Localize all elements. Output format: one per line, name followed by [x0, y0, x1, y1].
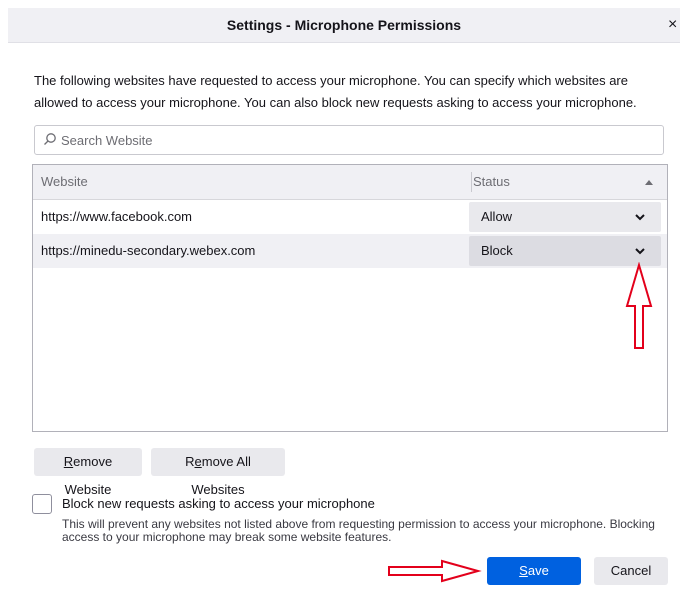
- permissions-table: Website Status https://www.facebook.com …: [32, 164, 668, 432]
- table-header: Website Status: [33, 165, 667, 200]
- column-header-status[interactable]: Status: [473, 165, 623, 199]
- search-box[interactable]: [34, 125, 664, 155]
- column-divider: [471, 172, 472, 192]
- button-label-prefix: R: [185, 454, 195, 469]
- search-icon: [44, 133, 56, 145]
- dialog-titlebar: Settings - Microphone Permissions ×: [8, 8, 680, 43]
- block-new-requests-checkbox[interactable]: [32, 494, 52, 514]
- save-changes-button[interactable]: Save Changes: [487, 557, 581, 606]
- status-select[interactable]: Block: [469, 236, 661, 266]
- remove-website-button[interactable]: Remove Website: [34, 448, 142, 497]
- table-row[interactable]: https://minedu-secondary.webex.com Block: [33, 234, 667, 268]
- chevron-down-icon: [635, 248, 645, 255]
- table-row[interactable]: https://www.facebook.com Allow: [33, 200, 667, 234]
- website-cell: https://minedu-secondary.webex.com: [41, 243, 256, 258]
- website-cell: https://www.facebook.com: [41, 209, 193, 224]
- cancel-button[interactable]: Cancel: [594, 557, 668, 585]
- block-new-requests-label[interactable]: Block new requests asking to access your…: [62, 496, 375, 511]
- button-label: ave Changes: [507, 563, 561, 606]
- status-value: Allow: [481, 209, 513, 224]
- dialog-title: Settings - Microphone Permissions: [226, 17, 462, 33]
- close-icon[interactable]: ×: [668, 8, 680, 42]
- remove-all-websites-button[interactable]: Remove All Websites: [151, 448, 285, 497]
- status-value: Block: [481, 243, 513, 258]
- chevron-down-icon: [635, 214, 645, 221]
- search-input[interactable]: [61, 130, 651, 150]
- annotation-right-arrow-icon: [388, 559, 482, 583]
- intro-text: The following websites have requested to…: [34, 73, 637, 110]
- mnemonic-letter: R: [63, 454, 74, 469]
- mnemonic-letter: S: [519, 563, 528, 578]
- column-header-website[interactable]: Website: [41, 165, 461, 199]
- mnemonic-letter: e: [194, 454, 202, 469]
- status-select[interactable]: Allow: [469, 202, 661, 232]
- block-new-requests-description: This will prevent any websites not liste…: [62, 517, 655, 544]
- sort-ascending-icon: [645, 180, 653, 185]
